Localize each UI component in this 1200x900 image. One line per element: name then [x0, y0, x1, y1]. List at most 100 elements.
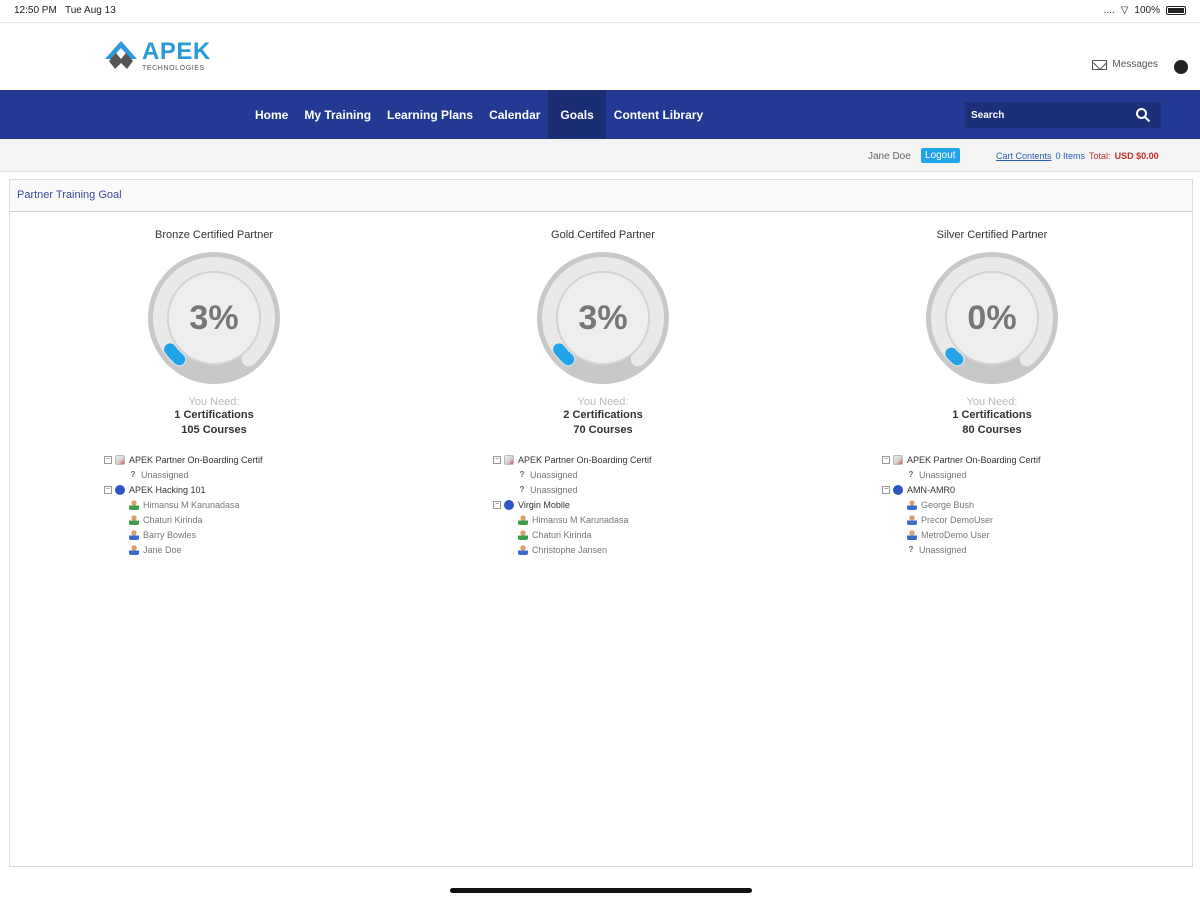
- logout-button[interactable]: Logout: [921, 148, 960, 163]
- home-indicator[interactable]: [450, 888, 752, 893]
- status-time: 12:50 PM: [14, 5, 57, 16]
- panel-title: Partner Training Goal: [10, 180, 1192, 212]
- tree-group[interactable]: − APEK Partner On-Boarding Certif: [882, 452, 1122, 467]
- tree-item[interactable]: ? Unassigned: [882, 557, 1122, 561]
- tree-label: Jane Doe: [143, 544, 182, 555]
- search-box: [965, 102, 1161, 128]
- progress-gauge: 3%: [146, 250, 282, 386]
- tree-item[interactable]: ? Unassigned: [493, 467, 733, 482]
- nav-item-calendar[interactable]: Calendar: [481, 90, 548, 139]
- tree-group[interactable]: − APEK Partner On-Boarding Certif: [104, 452, 344, 467]
- tree-group[interactable]: − APEK Hacking 101: [104, 482, 344, 497]
- collapse-toggle-icon[interactable]: −: [104, 455, 112, 464]
- tree-group[interactable]: − AMN-AMR0: [882, 482, 1122, 497]
- tree-item[interactable]: Jane Doe: [104, 542, 344, 557]
- tree-label: APEK Hacking 101: [129, 484, 206, 495]
- tree-item[interactable]: ? Unassigned: [882, 467, 1122, 482]
- tree-item[interactable]: Chaturi Kirinda: [493, 527, 733, 542]
- main-navbar: Home My Training Learning Plans Calendar…: [0, 90, 1200, 139]
- search-icon[interactable]: [1135, 107, 1151, 123]
- nav-item-my-training[interactable]: My Training: [296, 90, 379, 139]
- assignment-tree: − APEK Partner On-Boarding Certif ? Unassig…: [104, 452, 344, 560]
- globe-icon[interactable]: [1174, 60, 1188, 74]
- tree-label: APEK Partner On-Boarding Certif: [907, 454, 1041, 465]
- goal-title: Silver Certified Partner: [936, 229, 1048, 241]
- collapse-toggle-icon[interactable]: −: [104, 485, 112, 494]
- nav-item-content-library[interactable]: Content Library: [606, 90, 711, 139]
- battery-icon: [1166, 6, 1186, 15]
- unassigned-icon: ?: [130, 469, 136, 479]
- search-input[interactable]: [965, 109, 1125, 121]
- goal-card: Silver Certified Partner 0% You Need: 1 Cer…: [842, 229, 1142, 438]
- certifications-needed: 2 Certifications: [563, 409, 643, 421]
- user-icon: [907, 499, 917, 510]
- tree-label: Unassigned: [919, 544, 967, 555]
- user-icon: [518, 559, 528, 560]
- nav-item-goals[interactable]: Goals: [548, 90, 606, 139]
- certifications-needed: 1 Certifications: [952, 409, 1032, 421]
- collapse-toggle-icon[interactable]: −: [882, 485, 890, 494]
- status-right: .... ▽ 100%: [1104, 5, 1186, 16]
- tree-group[interactable]: − APEK Partner On-Boarding Certif: [493, 452, 733, 467]
- tree-label: Himansu M Karunadasa: [532, 514, 629, 525]
- unassigned-icon: ?: [908, 544, 914, 554]
- status-date: Tue Aug 13: [64, 5, 116, 16]
- tree-item[interactable]: Himansu M Karunadasa: [493, 512, 733, 527]
- wifi-icon: ▽: [1120, 5, 1129, 16]
- signal-icon: ....: [1103, 5, 1115, 16]
- gauge-percent: 0%: [967, 298, 1017, 337]
- brand-sub: TECHNOLOGIES: [142, 65, 205, 72]
- collapse-toggle-icon[interactable]: −: [882, 455, 890, 464]
- tree-item[interactable]: ? Unassigned: [104, 467, 344, 482]
- organization-icon: [893, 484, 903, 495]
- user-icon: [129, 529, 139, 540]
- messages-link[interactable]: Messages: [1092, 59, 1158, 70]
- tree-group[interactable]: − Virgin Mobile: [493, 497, 733, 512]
- tree-label: APEK Partner On-Boarding Certif: [129, 454, 263, 465]
- user-icon: [518, 529, 528, 540]
- tree-item[interactable]: Chaturi Kirinda: [104, 512, 344, 527]
- organization-icon: [115, 484, 125, 495]
- collapse-toggle-icon[interactable]: −: [493, 500, 501, 509]
- tree-label: Unassigned: [919, 560, 967, 561]
- tree-label: Precor DemoUser: [921, 514, 994, 525]
- cart-contents-link[interactable]: Cart Contents: [996, 151, 1052, 161]
- tree-item[interactable]: Barry Bowles: [104, 527, 344, 542]
- brand-name: APEK: [142, 38, 211, 65]
- user-icon: [129, 499, 139, 510]
- assignment-tree: − APEK Partner On-Boarding Certif? Unassig…: [882, 452, 1122, 560]
- tree-item[interactable]: George Bush: [882, 497, 1122, 512]
- tree-label: George Bush: [532, 560, 585, 561]
- user-icon: [518, 544, 528, 555]
- cart-total-label: Total:: [1089, 151, 1111, 161]
- tree-item[interactable]: MetroDemo User: [882, 527, 1122, 542]
- cart-items-count: 0 Items: [1055, 151, 1086, 161]
- unassigned-icon: ?: [519, 469, 525, 479]
- tree-item[interactable]: Prasad De Silva: [104, 557, 344, 560]
- site-header: APEK TECHNOLOGIES Messages: [0, 23, 1200, 90]
- certificate-icon: [893, 454, 903, 465]
- nav-item-home[interactable]: Home: [247, 90, 296, 139]
- user-icon: [518, 514, 528, 525]
- nav-item-learning-plans[interactable]: Learning Plans: [379, 90, 481, 139]
- nav-menu: Home My Training Learning Plans Calendar…: [247, 90, 711, 139]
- courses-needed: 70 Courses: [573, 424, 633, 436]
- collapse-toggle-icon[interactable]: −: [493, 455, 501, 464]
- tree-item[interactable]: ? Unassigned: [493, 482, 733, 497]
- tree-item[interactable]: Precor DemoUser: [882, 512, 1122, 527]
- tree-label: Christophe Jansen: [532, 544, 608, 555]
- tree-item[interactable]: Christophe Jansen: [493, 542, 733, 557]
- organization-icon: [504, 499, 514, 510]
- tree-item[interactable]: George Bush: [493, 557, 733, 560]
- tree-item[interactable]: ? Unassigned: [882, 542, 1122, 557]
- tree-label: Unassigned: [530, 469, 578, 480]
- need-label: You Need:: [577, 396, 629, 408]
- logo[interactable]: APEK TECHNOLOGIES: [104, 39, 211, 73]
- tree-label: MetroDemo User: [921, 529, 990, 540]
- messages-label: Messages: [1112, 59, 1158, 70]
- requirements: You Need: 2 Certifications 70 Courses: [453, 396, 753, 438]
- goal-card: Bronze Certified Partner 3% You Need: 1 Cer…: [64, 229, 364, 438]
- unassigned-icon: ?: [907, 560, 915, 561]
- goal-title: Gold Certifed Partner: [551, 229, 655, 241]
- tree-item[interactable]: Himansu M Karunadasa: [104, 497, 344, 512]
